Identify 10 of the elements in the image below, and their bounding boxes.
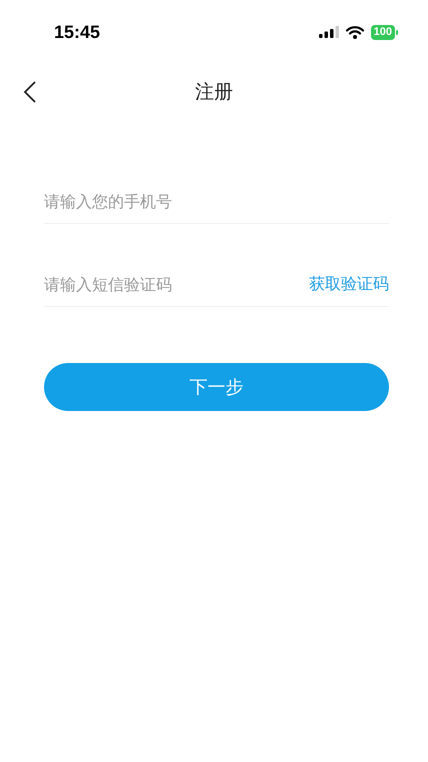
back-icon[interactable] bbox=[22, 80, 38, 104]
input-field[interactable]: 请输入您的手机号 bbox=[44, 192, 389, 210]
wifi-icon bbox=[346, 26, 364, 38]
status-time: 15:45 bbox=[54, 22, 100, 42]
signal-icon bbox=[318, 26, 339, 38]
page-title: 注册 bbox=[195, 80, 233, 105]
input-field[interactable]: 请输入短信验证码 bbox=[44, 274, 309, 294]
get-code-link[interactable]: 获取验证码 bbox=[309, 274, 389, 294]
next-button[interactable]: 下一步 bbox=[44, 363, 389, 411]
battery-level: 100 bbox=[370, 24, 395, 40]
